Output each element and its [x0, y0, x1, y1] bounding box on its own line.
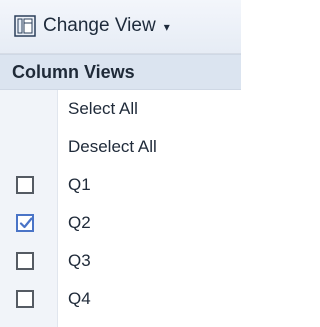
- deselect-all-item[interactable]: Deselect All: [0, 128, 241, 166]
- select-all-label: Select All: [68, 99, 138, 118]
- column-item-q4[interactable]: Q4: [0, 280, 241, 318]
- checkbox-q4[interactable]: [16, 290, 34, 308]
- caret-down-icon: ▾: [163, 20, 170, 34]
- column-label-q4: Q4: [68, 289, 91, 308]
- column-label-q3: Q3: [68, 251, 91, 270]
- checkbox-q1[interactable]: [16, 176, 34, 194]
- section-title: Column Views: [12, 61, 135, 82]
- checkmark-icon: [19, 217, 33, 229]
- toolbar: Change View ▾: [0, 0, 241, 54]
- change-view-label: Change View: [43, 15, 156, 36]
- view-columns-icon: [13, 14, 37, 38]
- checkbox-q2[interactable]: [16, 214, 34, 232]
- column-views-header: Column Views: [0, 54, 241, 90]
- change-view-popup: Change View ▾ Column Views Select All De…: [0, 0, 241, 327]
- deselect-all-label: Deselect All: [68, 137, 157, 156]
- select-all-item[interactable]: Select All: [0, 90, 241, 128]
- column-item-q3[interactable]: Q3: [0, 242, 241, 280]
- column-label-q2: Q2: [68, 213, 91, 232]
- change-view-button[interactable]: Change View ▾: [6, 6, 192, 46]
- column-item-q1[interactable]: Q1: [0, 166, 241, 204]
- column-item-q2[interactable]: Q2: [0, 204, 241, 242]
- checkbox-q3[interactable]: [16, 252, 34, 270]
- column-label-q1: Q1: [68, 175, 91, 194]
